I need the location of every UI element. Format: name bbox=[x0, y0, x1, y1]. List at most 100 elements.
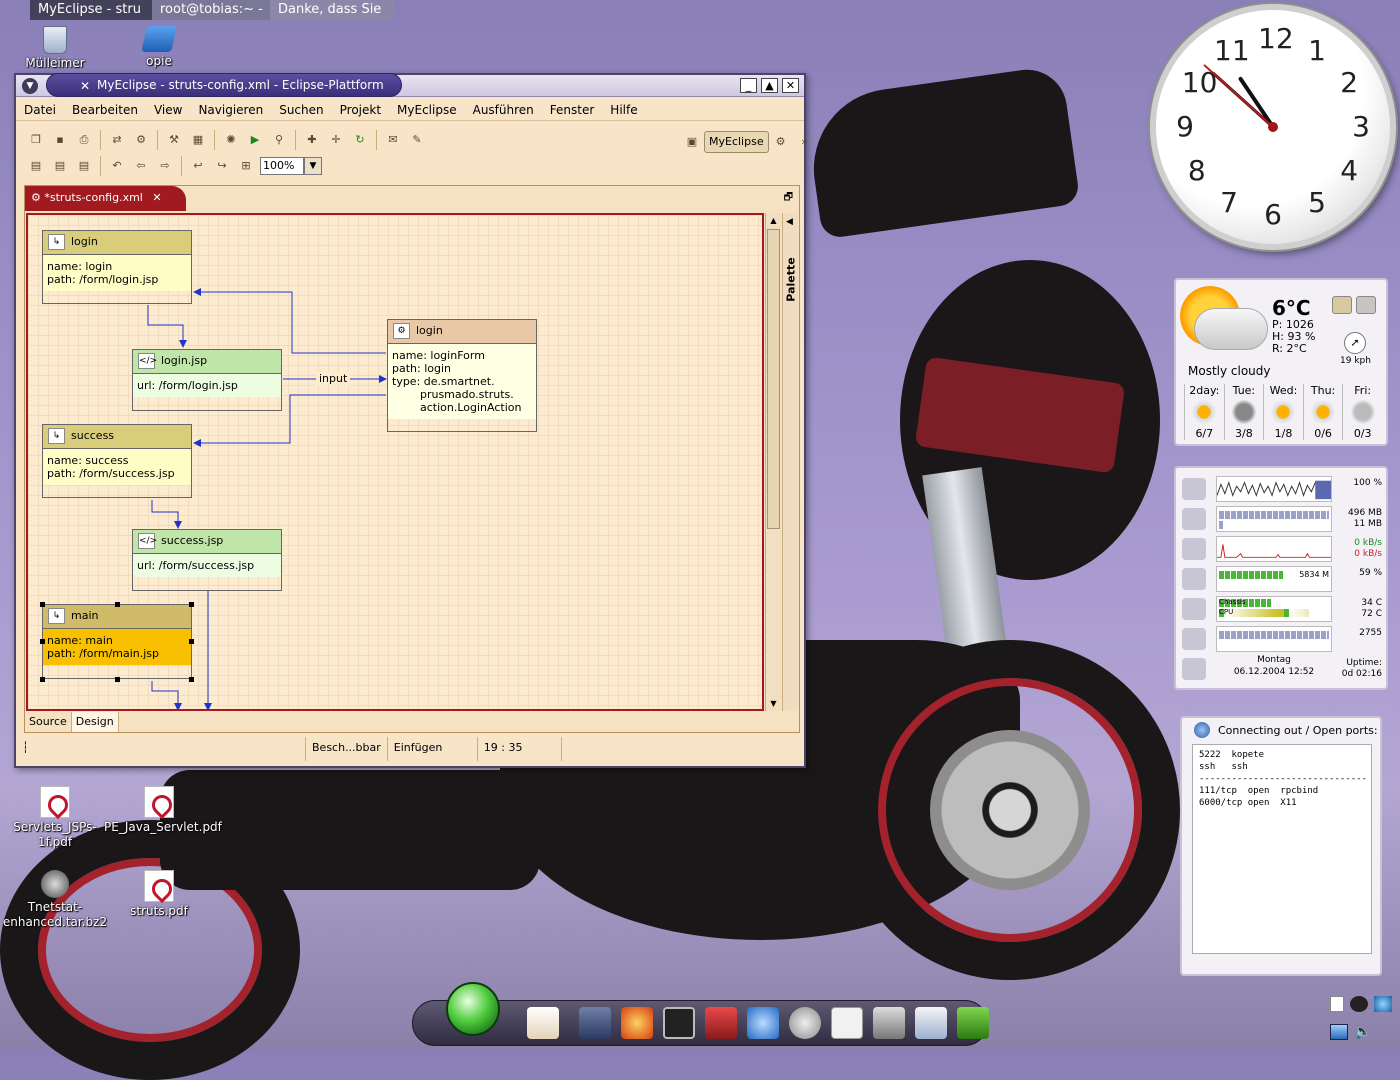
annotation-prev-icon[interactable]: ▤ bbox=[27, 157, 45, 175]
task-button-terminal[interactable]: root@tobias:~ - bbox=[152, 0, 270, 20]
print-icon[interactable]: ⎙ bbox=[75, 131, 93, 149]
new-package-icon[interactable]: ✛ bbox=[327, 131, 345, 149]
menu-myeclipse[interactable]: MyEclipse bbox=[389, 99, 465, 120]
back-icon[interactable]: ⇦ bbox=[132, 157, 150, 175]
refresh-icon[interactable]: ↻ bbox=[351, 131, 369, 149]
vertical-scrollbar[interactable]: ▲ ▼ bbox=[765, 213, 781, 711]
browser-icon[interactable] bbox=[747, 1007, 779, 1039]
desktop-icon-servlets-pdf[interactable]: Servlets_JSPs-1f.pdf bbox=[0, 786, 110, 850]
toolbox-icon[interactable] bbox=[705, 1007, 737, 1039]
selection-handle[interactable] bbox=[40, 677, 45, 682]
open-perspective-icon[interactable]: ▣ bbox=[683, 133, 701, 151]
desktop-icon-trash[interactable]: Mülleimer bbox=[0, 26, 110, 71]
palette-panel[interactable]: ◀ Palette bbox=[782, 213, 798, 711]
menu-projekt[interactable]: Projekt bbox=[332, 99, 389, 120]
menu-hilfe[interactable]: Hilfe bbox=[602, 99, 645, 120]
desktop-icon-tnetstat[interactable]: Tnetstat-enhanced.tar.bz2 bbox=[0, 870, 110, 930]
annotation-next-icon[interactable]: ▤ bbox=[51, 157, 69, 175]
build-icon[interactable]: ⚒ bbox=[165, 131, 183, 149]
desktop-icon-struts-pdf[interactable]: struts.pdf bbox=[104, 870, 214, 919]
klipper-icon[interactable] bbox=[1330, 996, 1344, 1012]
volume-icon[interactable]: 🔈 bbox=[1354, 1024, 1371, 1040]
menu-navigieren[interactable]: Navigieren bbox=[190, 99, 271, 120]
selection-handle[interactable] bbox=[40, 602, 45, 607]
perspective-myeclipse[interactable]: MyEclipse bbox=[704, 131, 769, 153]
scroll-up-icon[interactable]: ▲ bbox=[767, 214, 780, 227]
menu-fenster[interactable]: Fenster bbox=[542, 99, 603, 120]
document-icon[interactable] bbox=[831, 1007, 863, 1039]
network-tray-icon[interactable] bbox=[1374, 996, 1392, 1012]
terminal-icon[interactable] bbox=[663, 1007, 695, 1039]
minimize-button[interactable]: _ bbox=[740, 78, 757, 93]
weather-refresh-icon[interactable] bbox=[1356, 296, 1376, 314]
package-icon[interactable]: ▦ bbox=[189, 131, 207, 149]
kde-control-icon[interactable] bbox=[579, 1007, 611, 1039]
deploy-icon[interactable]: ⇄ bbox=[108, 131, 126, 149]
forward-node-login[interactable]: ↳ login name: login path: /form/login.jsp bbox=[42, 230, 192, 304]
java-perspective-icon[interactable]: ⚙ bbox=[772, 133, 790, 151]
desktop-icon-opie[interactable]: opie bbox=[104, 26, 214, 69]
menu-bearbeiten[interactable]: Bearbeiten bbox=[64, 99, 146, 120]
display-tray-icon[interactable] bbox=[1330, 1024, 1348, 1040]
maximize-editor-icon[interactable]: 🗗 bbox=[784, 190, 793, 207]
mail-icon[interactable] bbox=[789, 1007, 821, 1039]
page-node-success-jsp[interactable]: </> success.jsp url: /form/success.jsp bbox=[132, 529, 282, 591]
redo-icon[interactable]: ↪ bbox=[213, 157, 231, 175]
page-node-partial[interactable] bbox=[132, 709, 282, 711]
menu-ausfuehren[interactable]: Ausführen bbox=[465, 99, 542, 120]
forward-icon[interactable]: ⇨ bbox=[156, 157, 174, 175]
search-icon[interactable]: ✎ bbox=[408, 131, 426, 149]
tab-source[interactable]: Source bbox=[25, 712, 72, 732]
weather-settings-icon[interactable] bbox=[1332, 296, 1352, 314]
selection-handle[interactable] bbox=[189, 677, 194, 682]
server-icon[interactable]: ⚙ bbox=[132, 131, 150, 149]
debug-icon[interactable]: ✺ bbox=[222, 131, 240, 149]
tab-design[interactable]: Design bbox=[71, 712, 119, 732]
new-class-icon[interactable]: ✚ bbox=[303, 131, 321, 149]
selection-handle[interactable] bbox=[115, 677, 120, 682]
bomb-icon[interactable] bbox=[1350, 996, 1368, 1012]
close-tab-icon[interactable]: ✕ bbox=[152, 191, 161, 204]
window-menu-icon[interactable]: ▼ bbox=[22, 78, 38, 94]
selection-handle[interactable] bbox=[115, 602, 120, 607]
action-node-login[interactable]: ⚙ login name: loginForm path: login type:… bbox=[387, 319, 537, 432]
forward-node-main[interactable]: ↳ main name: main path: /form/main.jsp bbox=[42, 604, 192, 679]
editor-tab-struts-config[interactable]: ⚙ *struts-config.xml ✕ bbox=[25, 186, 186, 211]
kmail-icon[interactable] bbox=[915, 1007, 947, 1039]
scrollbar-thumb[interactable] bbox=[767, 229, 780, 529]
task-button-browser[interactable]: Danke, dass Sie bbox=[270, 0, 394, 20]
zoom-input[interactable]: 100% bbox=[260, 157, 304, 175]
page-node-login-jsp[interactable]: </> login.jsp url: /form/login.jsp bbox=[132, 349, 282, 411]
menu-view[interactable]: View bbox=[146, 99, 190, 120]
scroll-down-icon[interactable]: ▼ bbox=[767, 697, 780, 710]
undo-icon[interactable]: ↩ bbox=[189, 157, 207, 175]
download-icon[interactable] bbox=[957, 1007, 989, 1039]
menu-datei[interactable]: Datei bbox=[16, 99, 64, 120]
menu-suchen[interactable]: Suchen bbox=[271, 99, 331, 120]
run-icon[interactable]: ▶ bbox=[246, 131, 264, 149]
zoom-icon[interactable]: ⊞ bbox=[237, 157, 255, 175]
close-button[interactable]: ✕ bbox=[782, 78, 799, 93]
task-button-myeclipse[interactable]: MyEclipse - stru bbox=[30, 0, 152, 20]
selection-handle[interactable] bbox=[189, 602, 194, 607]
new-icon[interactable]: ❐ bbox=[27, 131, 45, 149]
home-icon[interactable] bbox=[527, 1007, 559, 1039]
last-edit-icon[interactable]: ↶ bbox=[108, 157, 126, 175]
kde-start-button[interactable] bbox=[446, 982, 500, 1036]
konqueror-icon[interactable] bbox=[873, 1007, 905, 1039]
more-perspectives-icon[interactable]: » bbox=[796, 133, 814, 151]
action-node-partial[interactable] bbox=[357, 709, 507, 711]
save-icon[interactable]: ▪ bbox=[51, 131, 69, 149]
selection-handle[interactable] bbox=[40, 639, 45, 644]
palette-collapse-icon[interactable]: ◀ bbox=[786, 217, 793, 227]
selection-handle[interactable] bbox=[189, 639, 194, 644]
open-type-icon[interactable]: ✉ bbox=[384, 131, 402, 149]
firefox-icon[interactable] bbox=[621, 1007, 653, 1039]
desktop-icon-java-servlet-pdf[interactable]: PE_Java_Servlet.pdf bbox=[104, 786, 222, 835]
struts-diagram-canvas[interactable]: input ↳ login name: login path: /form/log… bbox=[26, 213, 764, 711]
maximize-button[interactable]: ▲ bbox=[761, 78, 778, 93]
zoom-dropdown-icon[interactable]: ▼ bbox=[304, 157, 322, 175]
forward-node-success[interactable]: ↳ success name: success path: /form/succe… bbox=[42, 424, 192, 498]
annotation-icon[interactable]: ▤ bbox=[75, 157, 93, 175]
external-tools-icon[interactable]: ⚲ bbox=[270, 131, 288, 149]
